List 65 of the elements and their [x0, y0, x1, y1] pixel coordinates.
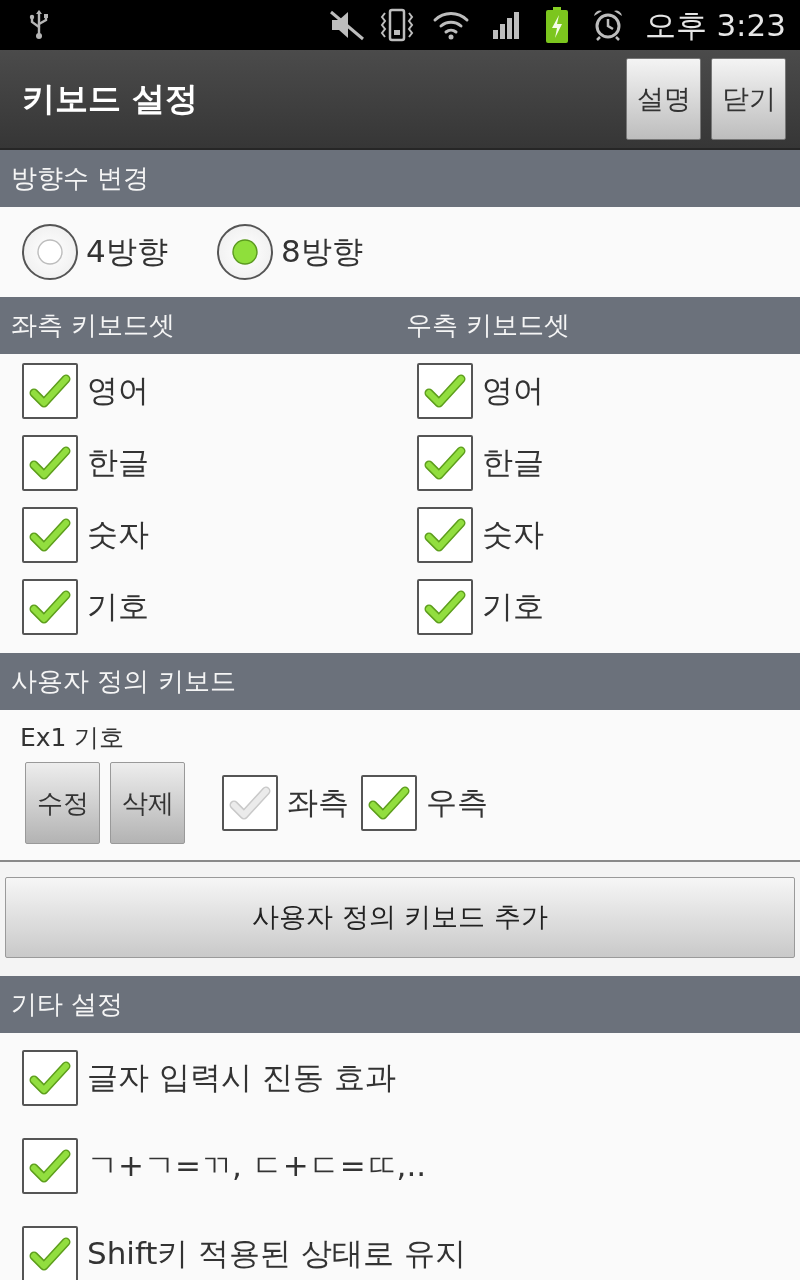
- section-title: 좌측 키보드셋: [11, 310, 176, 340]
- delete-button[interactable]: 삭제: [110, 762, 185, 844]
- checkbox[interactable]: [222, 775, 278, 831]
- check-icon: [29, 374, 71, 408]
- checkbox[interactable]: [22, 435, 78, 491]
- check-icon: [229, 786, 271, 820]
- option-label[interactable]: 숫자: [87, 516, 149, 554]
- close-button[interactable]: 닫기: [711, 58, 786, 140]
- check-icon: [424, 518, 466, 552]
- usb-icon: [27, 9, 51, 41]
- option-label[interactable]: 한글: [87, 444, 149, 482]
- option-label[interactable]: 좌측: [287, 784, 349, 822]
- checkbox[interactable]: [22, 1049, 78, 1106]
- alarm-icon: [592, 9, 623, 41]
- check-icon: [29, 590, 71, 624]
- option-label[interactable]: 글자 입력시 진동 효과: [87, 1058, 396, 1097]
- section-header: 방향수 변경: [0, 150, 800, 207]
- signal-icon: [491, 11, 520, 39]
- option-label[interactable]: 4방향: [86, 233, 168, 271]
- check-icon: [29, 1060, 71, 1095]
- wifi-icon: [431, 10, 470, 40]
- section-header: 기타 설정: [0, 976, 800, 1033]
- option-label[interactable]: 영어: [87, 372, 149, 410]
- checkbox[interactable]: [417, 435, 473, 491]
- radio-button[interactable]: [217, 224, 273, 280]
- checkbox[interactable]: [417, 363, 473, 419]
- mute-icon: [328, 9, 365, 41]
- vibrate-icon: [378, 8, 415, 42]
- option-label[interactable]: ㄱ+ㄱ=ㄲ, ㄷ+ㄷ=ㄸ,..: [87, 1146, 427, 1185]
- check-icon: [424, 590, 466, 624]
- option-label[interactable]: 8방향: [281, 233, 363, 271]
- option-label[interactable]: Shift키 적용된 상태로 유지: [87, 1234, 467, 1273]
- window-title: 키보드 설정: [22, 78, 199, 121]
- radio-dot-icon: [37, 239, 63, 265]
- option-label[interactable]: 숫자: [482, 516, 544, 554]
- check-icon: [29, 518, 71, 552]
- battery-icon: [544, 7, 569, 43]
- option-label[interactable]: 기호: [87, 588, 149, 626]
- section-title: 우측 키보드셋: [405, 310, 570, 340]
- edit-button[interactable]: 수정: [25, 762, 100, 844]
- checkbox[interactable]: [22, 1225, 78, 1280]
- checkbox[interactable]: [22, 507, 78, 563]
- check-icon: [29, 446, 71, 480]
- radio-button[interactable]: [22, 224, 78, 280]
- option-label[interactable]: 기호: [482, 588, 544, 626]
- option-label[interactable]: 영어: [482, 372, 544, 410]
- add-keyboard-button[interactable]: 사용자 정의 키보드 추가: [5, 877, 795, 958]
- help-button[interactable]: 설명: [626, 58, 701, 140]
- checkbox[interactable]: [417, 579, 473, 635]
- keyboard-name: Ex1 기호: [20, 722, 125, 754]
- checkbox[interactable]: [22, 1137, 78, 1194]
- checkbox[interactable]: [361, 775, 417, 831]
- checkbox[interactable]: [22, 363, 78, 419]
- radio-dot-icon: [232, 239, 258, 265]
- option-label[interactable]: 한글: [482, 444, 544, 482]
- check-icon: [424, 446, 466, 480]
- check-icon: [29, 1236, 71, 1271]
- section-header: 사용자 정의 키보드: [0, 653, 800, 710]
- option-label[interactable]: 우측: [426, 784, 488, 822]
- status-time: 오후 3:23: [644, 9, 786, 41]
- check-icon: [368, 786, 410, 820]
- check-icon: [424, 374, 466, 408]
- check-icon: [29, 1148, 71, 1183]
- checkbox[interactable]: [417, 507, 473, 563]
- checkbox[interactable]: [22, 579, 78, 635]
